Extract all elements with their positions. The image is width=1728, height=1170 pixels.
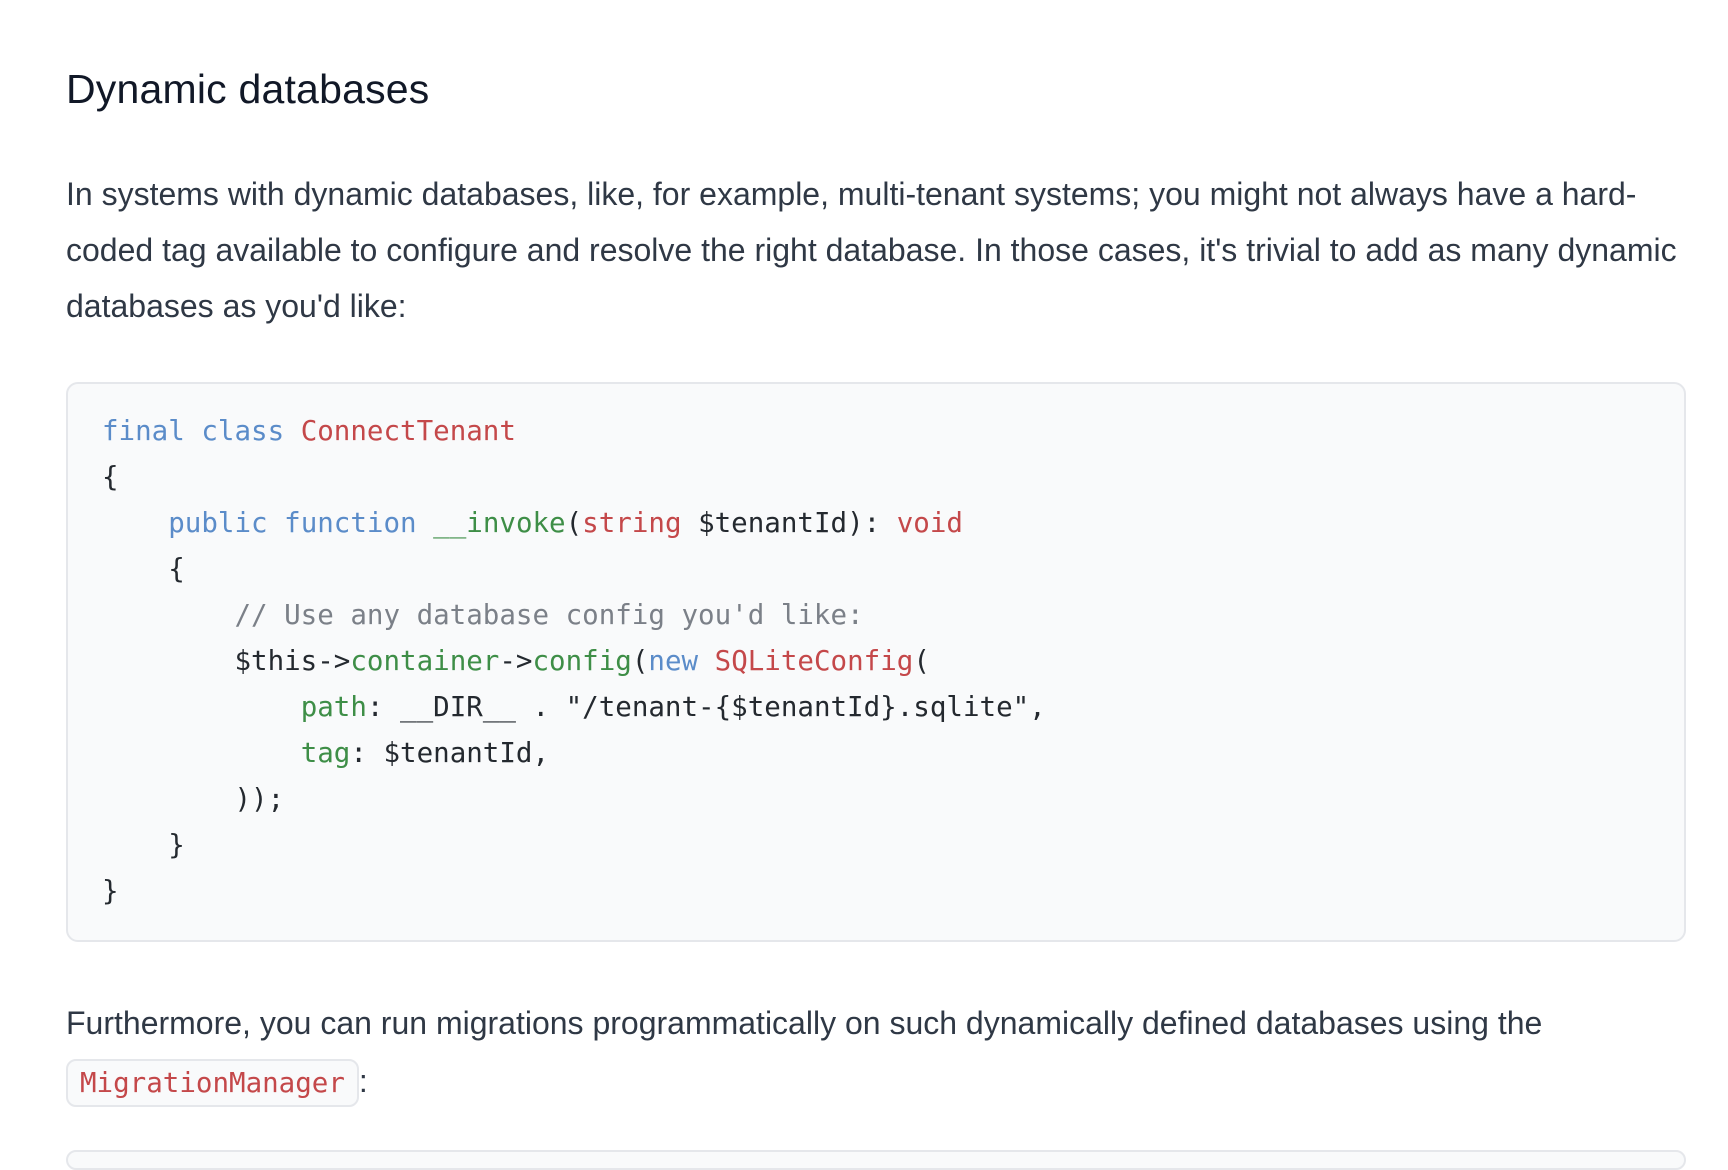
code-line: public function __invoke(string $tenantI… — [102, 500, 1046, 546]
code-token: } — [102, 829, 185, 861]
code-line: { — [102, 454, 1046, 500]
code-token: config — [532, 645, 632, 677]
code-line: } — [102, 822, 1046, 868]
intro-paragraph: In systems with dynamic databases, like,… — [66, 176, 1677, 324]
code-token: ConnectTenant — [300, 415, 516, 447]
code-token: -> — [499, 645, 533, 677]
code-token: { — [102, 553, 185, 585]
code-token: $this-> — [102, 645, 351, 677]
code-token: : $tenantId, — [350, 737, 550, 769]
code-token: $tenantId): — [681, 507, 897, 539]
code-token: __invoke — [433, 507, 566, 539]
code-token: // Use any database config you'd like: — [234, 599, 864, 631]
next-code-block — [66, 1150, 1686, 1170]
section-heading: Dynamic databases — [66, 66, 430, 112]
code-token: string — [582, 507, 682, 539]
code-line: final class ConnectTenant — [102, 408, 1046, 454]
outro-text: Furthermore, you can run migrations prog… — [66, 1005, 1543, 1041]
code-token: SQLiteConfig — [714, 645, 914, 677]
code-token: : __DIR__ . "/tenant-{$tenantId}.sqlite"… — [366, 691, 1046, 723]
code-token: { — [102, 461, 119, 493]
code-block[interactable]: final class ConnectTenant { public functi… — [66, 382, 1686, 942]
code-line: // Use any database config you'd like: — [102, 592, 1046, 638]
code-token: container — [350, 645, 500, 677]
code-lines: final class ConnectTenant { public functi… — [102, 408, 1046, 914]
code-token: } — [102, 875, 119, 907]
code-token: final — [102, 415, 202, 447]
code-line: tag: $tenantId, — [102, 730, 1046, 776]
code-token: new — [648, 645, 715, 677]
code-token: ( — [631, 645, 649, 677]
code-token: class — [201, 415, 301, 447]
code-line: )); — [102, 776, 1046, 822]
outro-punctuation: : — [358, 1063, 368, 1099]
code-token: public — [168, 507, 285, 539]
code-line: } — [102, 868, 1046, 914]
outro-paragraph: Furthermore, you can run migrations prog… — [66, 994, 1686, 1110]
code-line: { — [102, 546, 1046, 592]
code-token: function — [284, 507, 434, 539]
code-token: )); — [102, 783, 285, 815]
code-token: tag — [300, 737, 351, 769]
code-line: $this->container->config(new SQLiteConfi… — [102, 638, 1046, 684]
code-line: path: __DIR__ . "/tenant-{$tenantId}.sql… — [102, 684, 1046, 730]
code-token: ( — [913, 645, 930, 677]
code-token: ( — [565, 507, 583, 539]
inline-code-migration-manager: MigrationManager — [66, 1059, 359, 1107]
code-token: void — [896, 507, 963, 539]
code-token: path — [300, 691, 367, 723]
